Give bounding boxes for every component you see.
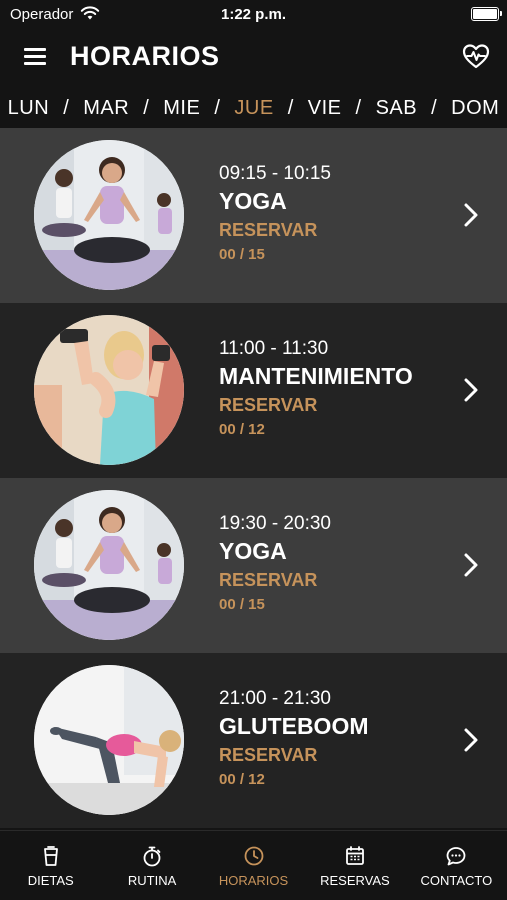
clock-icon [244,846,263,866]
tab-label: CONTACTO [420,873,493,888]
class-name: YOGA [219,188,287,214]
reserve-link[interactable]: RESERVAR [219,745,369,766]
class-capacity: 00 / 15 [219,596,265,613]
class-name: MANTENIMIENTO [219,363,413,389]
page-title: HORARIOS [70,41,220,71]
reserve-link[interactable]: RESERVAR [219,395,413,416]
reserve-link[interactable]: RESERVAR [219,220,331,241]
day-fri[interactable]: VIE [308,97,342,120]
day-thu[interactable]: JUE [234,97,273,120]
tab-label: RUTINA [127,873,177,888]
class-info: 21:00 - 21:30 GLUTEBOOM RESERVAR 00 / 12 [219,688,369,788]
class-row-mantenimiento[interactable]: 11:00 - 11:30 MANTENIMIENTO RESERVAR 00 … [0,303,507,478]
class-time: 21:00 - 21:30 [219,688,331,709]
day-separator: / [431,96,438,119]
chevron-right-icon[interactable] [463,552,479,578]
day-separator: / [214,96,221,119]
day-selector: LUN / MAR / MIE / JUE / VIE / SAB / DOM [0,88,507,128]
stopwatch-icon [143,846,161,867]
class-row-gluteboom[interactable]: 21:00 - 21:30 GLUTEBOOM RESERVAR 00 / 12 [0,653,507,828]
tab-dietas[interactable]: DIETAS [0,831,101,900]
class-info: 11:00 - 11:30 MANTENIMIENTO RESERVAR 00 … [219,338,413,438]
class-capacity: 00 / 12 [219,421,265,438]
class-capacity: 00 / 15 [219,246,265,263]
tab-contacto[interactable]: CONTACTO [406,831,507,900]
chevron-right-icon[interactable] [463,377,479,403]
tab-horarios[interactable]: HORARIOS [203,831,304,900]
status-time: 1:22 p.m. [220,6,287,23]
day-wed[interactable]: MIE [163,97,200,120]
class-time: 09:15 - 10:15 [219,163,331,184]
class-info: 09:15 - 10:15 YOGA RESERVAR 00 / 15 [219,163,331,263]
status-bar: Operador 1:22 p.m. [0,0,507,30]
dumbbell-workout-photo [34,315,184,465]
class-row-yoga-evening[interactable]: 19:30 - 20:30 YOGA RESERVAR 00 / 15 [0,478,507,653]
class-name: GLUTEBOOM [219,713,369,739]
battery-icon [471,7,502,21]
bottom-tab-bar: DIETAS RUTINA HORARIOS RESERVAS CONTACTO [0,830,507,900]
tab-label: RESERVAS [320,873,390,888]
chevron-right-icon[interactable] [463,727,479,753]
day-tue[interactable]: MAR [83,97,129,120]
tab-label: DIETAS [27,873,74,888]
day-separator: / [355,96,362,119]
tab-label: HORARIOS [218,873,289,888]
chevron-right-icon[interactable] [463,202,479,228]
class-list: 09:15 - 10:15 YOGA RESERVAR 00 / 15 11:0… [0,128,507,830]
calendar-icon [346,846,364,865]
day-mon[interactable]: LUN [8,97,50,120]
tab-reservas[interactable]: RESERVAS [304,831,405,900]
chat-bubble-icon [446,847,466,866]
class-time: 11:00 - 11:30 [219,338,329,359]
class-time: 19:30 - 20:30 [219,513,331,534]
class-row-yoga-morning[interactable]: 09:15 - 10:15 YOGA RESERVAR 00 / 15 [0,128,507,303]
class-capacity: 00 / 12 [219,771,265,788]
day-separator: / [63,96,70,119]
day-sat[interactable]: SAB [376,97,418,120]
app-header: HORARIOS [0,30,507,88]
day-separator: / [143,96,150,119]
day-sun[interactable]: DOM [451,97,499,120]
yoga-class-photo [34,490,184,640]
class-info: 19:30 - 20:30 YOGA RESERVAR 00 / 15 [219,513,331,613]
tab-rutina[interactable]: RUTINA [101,831,202,900]
glute-exercise-photo [34,665,184,815]
reserve-link[interactable]: RESERVAR [219,570,331,591]
cup-icon [43,846,58,866]
day-separator: / [287,96,294,119]
heart-pulse-icon[interactable] [461,41,491,71]
class-name: YOGA [219,538,287,564]
hamburger-menu-icon[interactable] [24,48,46,66]
yoga-class-photo [34,140,184,290]
